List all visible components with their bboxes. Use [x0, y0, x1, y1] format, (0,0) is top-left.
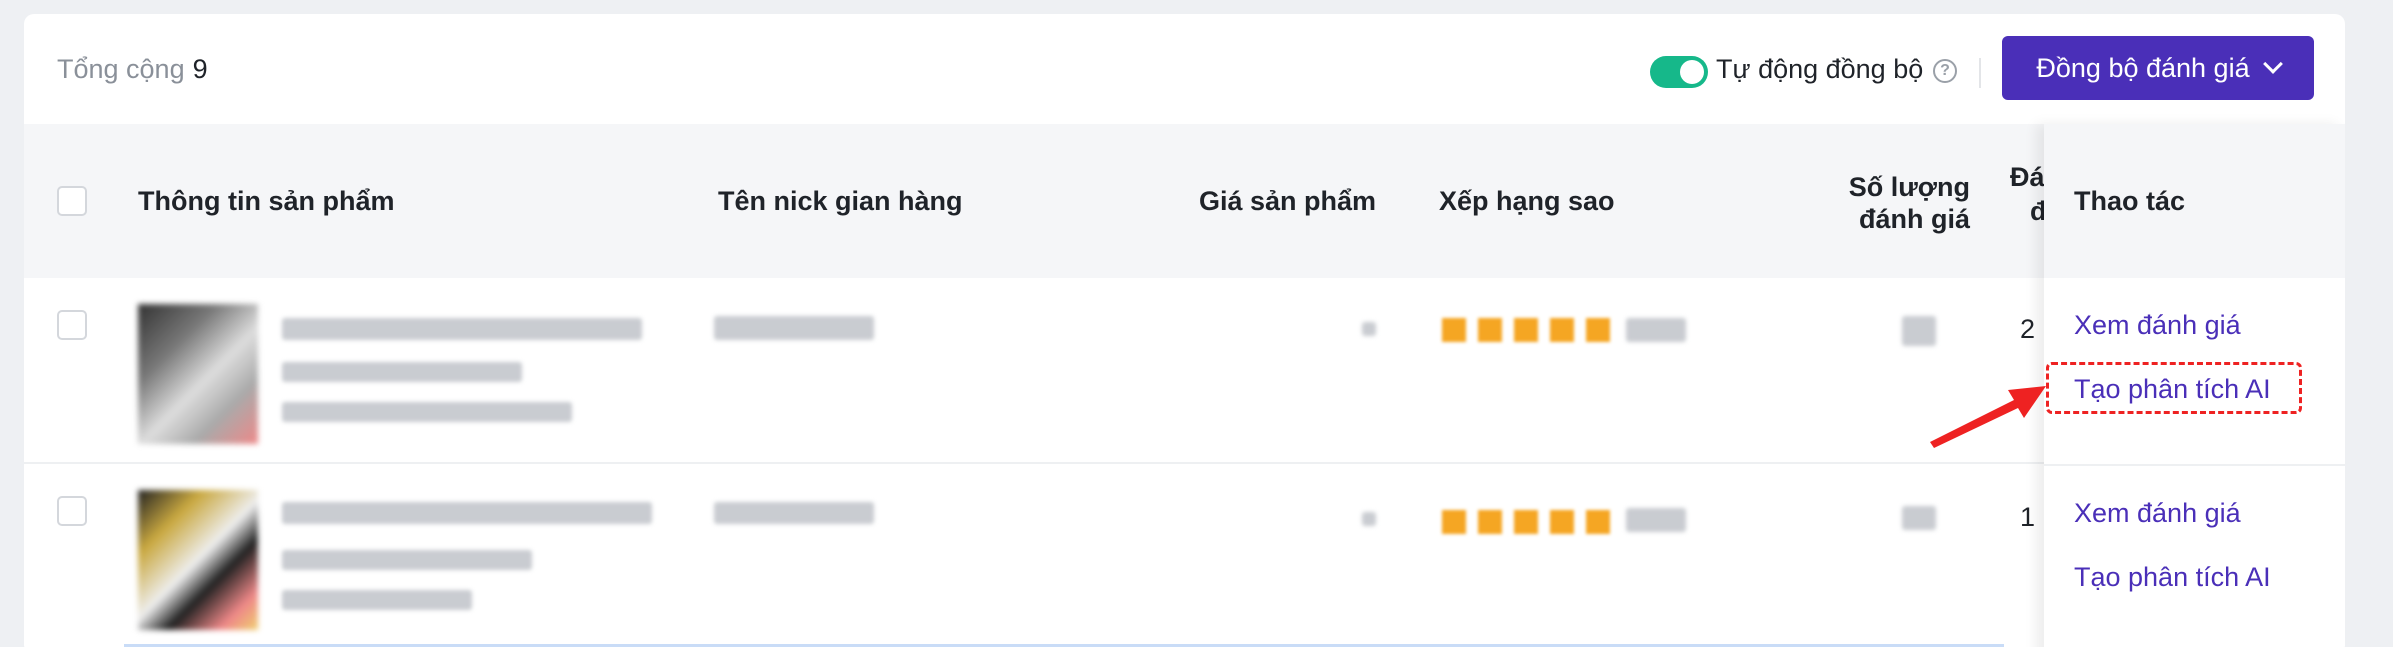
- star-icon: [1586, 510, 1610, 534]
- annotation-arrow-icon: [1930, 386, 2046, 448]
- product-sku-blurred: [282, 590, 472, 610]
- col-price: Giá sản phẩm: [1199, 186, 1377, 216]
- price-blurred: [1362, 322, 1376, 336]
- star-icon: [1478, 510, 1502, 534]
- toggle-knob: [1680, 60, 1704, 84]
- reviews-panel: Tổng cộng 9 Tự động đồng bộ ? Đồng bộ đán…: [24, 14, 2345, 647]
- sync-reviews-label: Đồng bộ đánh giá: [2036, 52, 2250, 83]
- table-row: 1: [24, 466, 2345, 647]
- col-product-info: Thông tin sản phẩm: [138, 186, 395, 216]
- product-meta-blurred: [282, 550, 532, 570]
- rating-value-blurred: [1626, 318, 1686, 342]
- shop-nick-blurred: [714, 316, 874, 340]
- star-icon: [1514, 510, 1538, 534]
- review-count-blurred: [1902, 316, 1936, 346]
- actions-column: Thao tác Xem đánh giá Tạo phân tích AI X…: [2044, 124, 2345, 647]
- divider: [1979, 58, 1981, 88]
- row-checkbox[interactable]: [57, 496, 87, 526]
- partial-value: 2: [2020, 314, 2036, 344]
- product-name-blurred: [282, 318, 642, 340]
- product-thumbnail: [138, 304, 258, 444]
- row-divider: [2044, 464, 2345, 466]
- star-rating: [1442, 318, 1610, 342]
- col-shop-nick: Tên nick gian hàng: [718, 186, 963, 216]
- col-rating: Xếp hạng sao: [1439, 186, 1615, 216]
- star-rating: [1442, 510, 1610, 534]
- product-meta-blurred: [282, 362, 522, 382]
- partial-value: 1: [2020, 502, 2036, 532]
- create-ai-analysis-link[interactable]: Tạo phân tích AI: [2074, 374, 2271, 405]
- rating-value-blurred: [1626, 508, 1686, 532]
- row-checkbox[interactable]: [57, 310, 87, 340]
- col-actions: Thao tác: [2074, 186, 2186, 216]
- review-count-blurred: [1902, 506, 1936, 530]
- star-icon: [1550, 510, 1574, 534]
- shop-nick-blurred: [714, 502, 874, 524]
- product-name-blurred: [282, 502, 652, 524]
- table-header: Thông tin sản phẩm Tên nick gian hàng Gi…: [24, 124, 2345, 278]
- product-thumbnail: [138, 490, 258, 630]
- col-partial-line1: Đá: [2010, 162, 2045, 192]
- select-all-checkbox[interactable]: [57, 186, 87, 216]
- col-review-count-line1: Số lượng: [1848, 172, 1970, 202]
- help-icon[interactable]: ?: [1933, 59, 1957, 83]
- auto-sync-label: Tự động đồng bộ: [1716, 54, 1924, 84]
- total-count: 9: [192, 54, 208, 84]
- create-ai-analysis-link[interactable]: Tạo phân tích AI: [2074, 562, 2271, 593]
- toolbar: Tổng cộng 9 Tự động đồng bộ ? Đồng bộ đán…: [24, 14, 2345, 124]
- view-reviews-link[interactable]: Xem đánh giá: [2074, 310, 2241, 341]
- star-icon: [1442, 318, 1466, 342]
- star-icon: [1586, 318, 1610, 342]
- sync-reviews-button[interactable]: Đồng bộ đánh giá: [2002, 36, 2314, 100]
- product-sku-blurred: [282, 402, 572, 422]
- view-reviews-link[interactable]: Xem đánh giá: [2074, 498, 2241, 529]
- star-icon: [1442, 510, 1466, 534]
- star-icon: [1478, 318, 1502, 342]
- price-blurred: [1362, 512, 1376, 526]
- col-review-count-line2: đánh giá: [1858, 204, 1970, 234]
- total-label: Tổng cộng: [57, 54, 185, 84]
- total-count-text: Tổng cộng 9: [57, 54, 208, 85]
- star-icon: [1550, 318, 1574, 342]
- auto-sync-toggle[interactable]: [1650, 56, 1708, 88]
- star-icon: [1514, 318, 1538, 342]
- chevron-down-icon: [2262, 54, 2283, 74]
- actions-header: Thao tác: [2044, 124, 2345, 278]
